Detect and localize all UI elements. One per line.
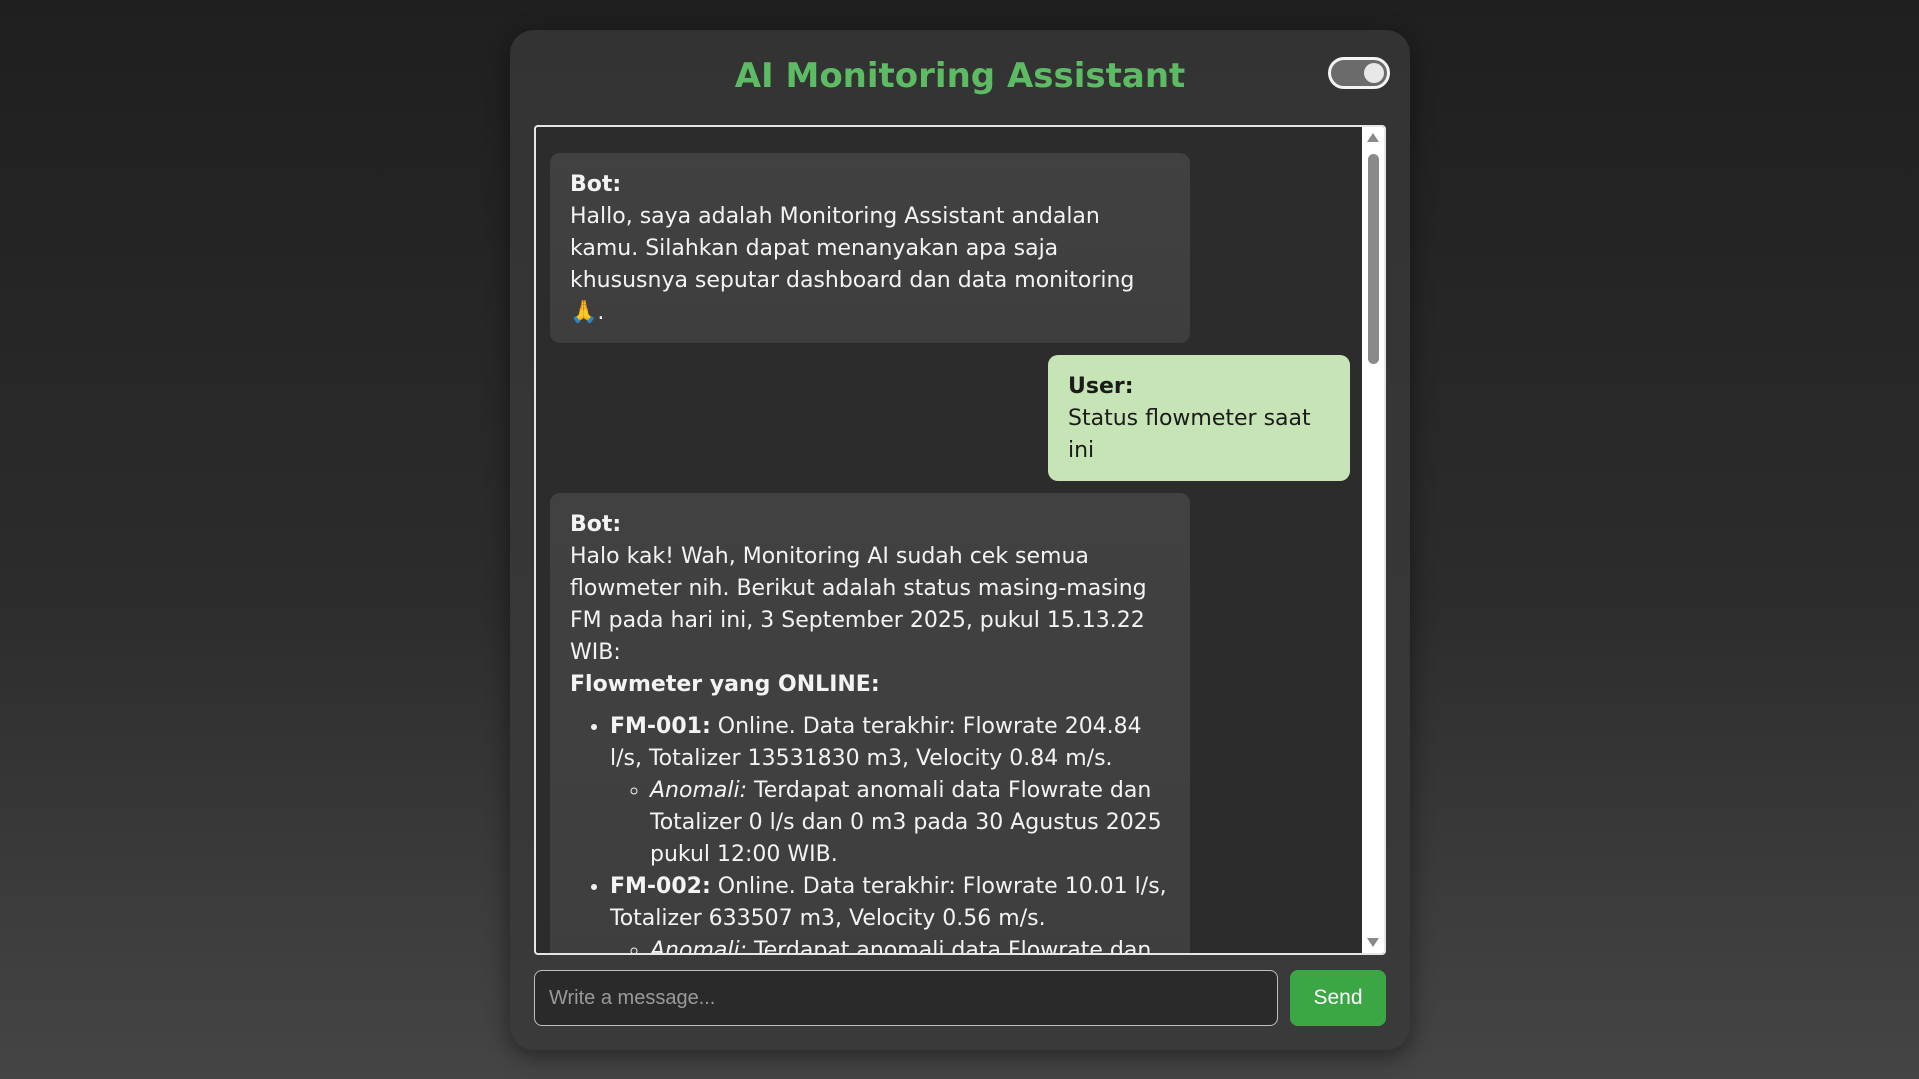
message-text: Status flowmeter saat ini <box>1068 406 1311 463</box>
composer: Send <box>534 970 1386 1026</box>
flowmeter-list: FM-001: Online. Data terakhir: Flowrate … <box>570 711 1168 955</box>
list-item: FM-002: Online. Data terakhir: Flowrate … <box>610 871 1168 955</box>
user-message: User: Status flowmeter saat ini <box>1048 355 1350 481</box>
theme-toggle[interactable] <box>1328 57 1390 89</box>
bot-message: Bot: Halo kak! Wah, Monitoring AI sudah … <box>550 493 1190 955</box>
toggle-switch-icon <box>1364 63 1384 83</box>
list-item: FM-001: Online. Data terakhir: Flowrate … <box>610 711 1168 871</box>
message-sender: User: <box>1068 374 1134 399</box>
section-title: Flowmeter yang ONLINE: <box>570 672 880 697</box>
anomaly-label: Anomali: <box>650 938 748 955</box>
anomaly-list: Anomali: Terdapat anomali data Flowrate … <box>610 935 1168 955</box>
message-list: Bot: Hallo, saya adalah Monitoring Assis… <box>550 153 1360 955</box>
anomaly-label: Anomali: <box>650 778 748 803</box>
flowmeter-id: FM-002: <box>610 874 711 899</box>
chat-panel: AI Monitoring Assistant Bot: Hallo, saya… <box>510 30 1410 1050</box>
message-input[interactable] <box>534 970 1278 1026</box>
scrollbar-thumb[interactable] <box>1368 154 1379 364</box>
anomaly-list: Anomali: Terdapat anomali data Flowrate … <box>610 775 1168 871</box>
page-title: AI Monitoring Assistant <box>734 56 1186 96</box>
scroll-up-arrow-icon[interactable] <box>1367 133 1379 142</box>
flowmeter-id: FM-001: <box>610 714 711 739</box>
message-sender: Bot: <box>570 512 622 537</box>
message-intro: Halo kak! Wah, Monitoring AI sudah cek s… <box>570 544 1147 665</box>
send-button[interactable]: Send <box>1290 970 1386 1026</box>
message-text: Hallo, saya adalah Monitoring Assistant … <box>570 204 1135 325</box>
list-item: Anomali: Terdapat anomali data Flowrate … <box>650 775 1168 871</box>
chat-window: Bot: Hallo, saya adalah Monitoring Assis… <box>534 125 1386 955</box>
message-sender: Bot: <box>570 172 622 197</box>
chat-scrollbar[interactable] <box>1362 127 1384 953</box>
bot-message: Bot: Hallo, saya adalah Monitoring Assis… <box>550 153 1190 343</box>
list-item: Anomali: Terdapat anomali data Flowrate … <box>650 935 1168 955</box>
scroll-down-arrow-icon[interactable] <box>1367 938 1379 947</box>
